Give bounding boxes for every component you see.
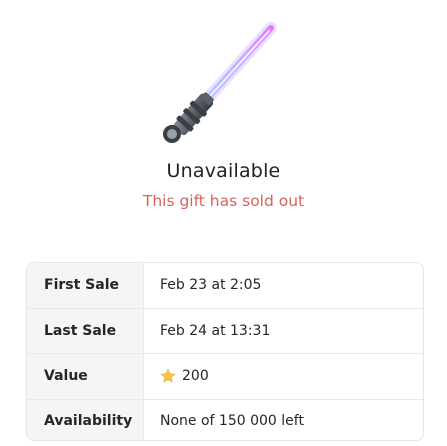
value-amount: 200	[182, 368, 209, 385]
value-label: Value	[27, 354, 144, 399]
gift-info-table: First Sale Feb 23 at 2:05 Last Sale Feb …	[26, 262, 424, 441]
info-row-last-sale: Last Sale Feb 24 at 13:31	[27, 308, 423, 354]
info-row-value: Value 200	[27, 354, 423, 400]
info-row-first-sale: First Sale Feb 23 at 2:05	[27, 263, 423, 309]
status-title: Unavailable	[166, 160, 281, 182]
lightsaber-icon	[163, 22, 277, 143]
availability-value: None of 150 000 left	[160, 412, 304, 429]
availability-label: Availability	[27, 399, 144, 440]
last-sale-value: Feb 24 at 13:31	[160, 322, 271, 339]
info-row-availability: Availability None of 150 000 left	[27, 399, 423, 440]
first-sale-value: Feb 23 at 2:05	[160, 277, 262, 294]
status-subtitle: This gift has sold out	[142, 192, 305, 210]
value-cell: 200	[144, 354, 423, 399]
first-sale-label: First Sale	[27, 263, 144, 308]
star-icon	[160, 368, 176, 383]
last-sale-label: Last Sale	[27, 308, 144, 353]
